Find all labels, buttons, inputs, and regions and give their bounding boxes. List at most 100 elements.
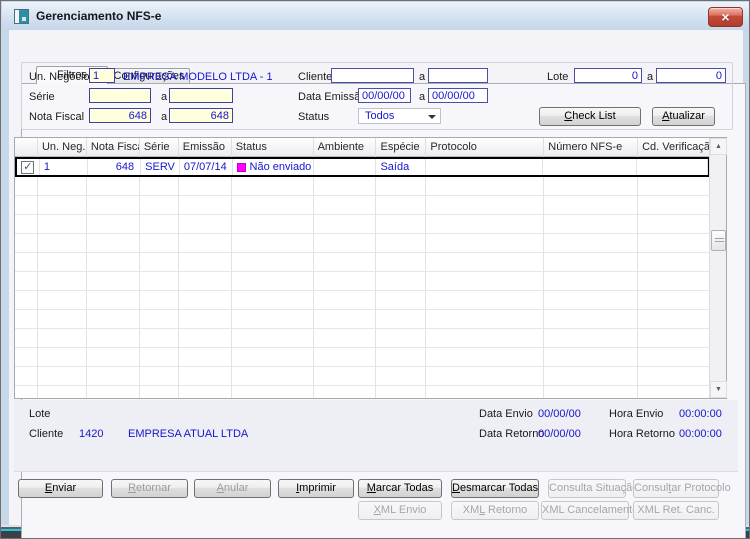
imprimir-button[interactable]: Imprimir <box>278 479 354 498</box>
row-checkbox[interactable]: ✓ <box>21 160 35 174</box>
nota-fiscal-label: Nota Fiscal <box>29 111 85 123</box>
nota-fiscal-from-input[interactable] <box>89 108 151 123</box>
grid-empty-row <box>15 196 710 215</box>
un-negocio-company: EMPRESA MODELO LTDA - 1 <box>123 71 273 83</box>
serie-range-separator: a <box>161 91 168 103</box>
retornar-button: Retornar <box>111 479 188 498</box>
xml-retorno-button: XML Retorno <box>451 501 539 520</box>
actions-divider <box>14 471 738 472</box>
app-icon <box>14 9 29 24</box>
grid-empty-row <box>15 367 710 386</box>
scroll-down-button[interactable]: ▼ <box>710 381 727 398</box>
grid-cell <box>543 159 637 175</box>
grid-empty-row <box>15 234 710 253</box>
data-envio-label: Data Envio <box>479 408 533 420</box>
lote-to-input[interactable] <box>656 68 726 83</box>
scrollbar-thumb[interactable] <box>711 230 726 251</box>
grid-cell <box>637 159 708 175</box>
grid-empty-row <box>15 253 710 272</box>
detail-cliente-label: Cliente <box>29 428 64 440</box>
nota-fiscal-range-separator: a <box>161 111 168 123</box>
serie-label: Série <box>29 91 55 103</box>
xml-envio-button: XML Envio <box>358 501 442 520</box>
enviar-button[interactable]: Enviar <box>18 479 103 498</box>
cliente-range-separator: a <box>419 71 426 83</box>
cliente-label: Cliente <box>298 71 333 83</box>
grid-header-col-1[interactable]: Un. Neg. <box>38 138 87 157</box>
grid-empty-row <box>15 272 710 291</box>
grid-empty-row <box>15 291 710 310</box>
consulta-situacao-button: Consulta Situação <box>548 479 638 498</box>
un-negocio-input[interactable] <box>89 68 115 83</box>
detail-cliente-name: EMPRESA ATUAL LTDA <box>128 428 249 440</box>
scroll-up-button[interactable]: ▲ <box>710 138 727 155</box>
grid-empty-row <box>15 348 710 367</box>
un-negocio-label: Un. Negócio <box>29 71 90 83</box>
desmarcar-todas-button[interactable]: Desmarcar Todas <box>451 479 539 498</box>
grid-header-col-7[interactable]: Espécie <box>376 138 427 157</box>
grid-empty-row <box>15 386 710 398</box>
grid-cell <box>314 159 377 175</box>
hora-retorno-label: Hora Retorno <box>609 428 676 440</box>
grid-cell: Saída <box>376 159 427 175</box>
hora-envio-value: 00:00:00 <box>679 408 722 420</box>
data-emissao-to-input[interactable] <box>428 88 488 103</box>
atualizar-button[interactable]: Atualizar <box>652 107 715 126</box>
data-emissao-from-input[interactable] <box>358 88 411 103</box>
consultar-protocolo-button: Consultar Protocolo <box>633 479 731 498</box>
grid-vertical-scrollbar[interactable]: ▲ ▼ <box>709 138 727 398</box>
grid-row[interactable]: ✓ 1 648 SERV 07/07/14 Não enviado Saída <box>15 157 710 177</box>
grid-cell: 648 <box>88 159 142 175</box>
anular-button: Anular <box>194 479 271 498</box>
grid-cell: 07/07/14 <box>180 159 233 175</box>
grid-cell: SERV <box>141 159 180 175</box>
grid-header-col-0[interactable] <box>15 138 38 157</box>
status-label: Status <box>298 111 330 123</box>
data-emissao-range-separator: a <box>419 91 426 103</box>
data-envio-value: 00/00/00 <box>538 408 581 420</box>
titlebar: Gerenciamento NFS-e × <box>2 2 749 30</box>
grid-header-col-6[interactable]: Ambiente <box>314 138 377 157</box>
window-title: Gerenciamento NFS-e <box>36 9 162 23</box>
hora-retorno-value: 00:00:00 <box>679 428 722 440</box>
grid-cell <box>426 159 544 175</box>
lote-range-separator: a <box>647 71 654 83</box>
status-dropdown[interactable]: Todos <box>358 108 441 124</box>
detail-cliente-code: 1420 <box>79 428 104 440</box>
data-retorno-value: 00/00/00 <box>538 428 581 440</box>
results-grid: Un. Neg.Nota FiscalSérieEmissãoStatusAmb… <box>14 137 727 399</box>
chevron-down-icon <box>428 115 436 119</box>
hora-envio-label: Hora Envio <box>609 408 664 420</box>
detail-lote-label: Lote <box>29 408 51 420</box>
status-selected-value: Todos <box>365 110 395 122</box>
data-retorno-label: Data Retorno <box>479 428 545 440</box>
check-list-button[interactable]: Check List <box>539 107 641 126</box>
xml-cancelamento-button: XML Cancelamento <box>541 501 638 520</box>
close-button[interactable]: × <box>708 7 743 27</box>
grid-header-col-5[interactable]: Status <box>232 138 314 157</box>
serie-from-input[interactable] <box>89 88 151 103</box>
data-emissao-label: Data Emissão <box>298 91 367 103</box>
grid-header-col-9[interactable]: Número NFS-e <box>544 138 639 157</box>
lote-label: Lote <box>547 71 569 83</box>
grid-header-col-2[interactable]: Nota Fiscal <box>87 138 140 157</box>
nota-fiscal-to-input[interactable] <box>169 108 233 123</box>
status-color-icon <box>236 162 246 172</box>
grid-empty-row <box>15 310 710 329</box>
application-window: Gerenciamento NFS-e × Filtros Configuraç… <box>0 0 750 539</box>
serie-to-input[interactable] <box>169 88 233 103</box>
close-icon: × <box>721 9 730 25</box>
grid-header-col-4[interactable]: Emissão <box>179 138 232 157</box>
grid-header-col-8[interactable]: Protocolo <box>426 138 545 157</box>
lote-from-input[interactable] <box>574 68 642 83</box>
grid-header-col-10[interactable]: Cd. Verificação <box>638 138 710 157</box>
marcar-todas-button[interactable]: Marcar Todas <box>358 479 442 498</box>
cliente-to-input[interactable] <box>428 68 488 83</box>
grid-header-col-3[interactable]: Série <box>140 138 179 157</box>
grid-cell: Não enviado <box>233 159 314 175</box>
grid-cell: 1 <box>40 159 89 175</box>
grid-empty-row <box>15 329 710 348</box>
grid-empty-row <box>15 215 710 234</box>
cliente-from-input[interactable] <box>331 68 414 83</box>
grid-empty-row <box>15 177 710 196</box>
